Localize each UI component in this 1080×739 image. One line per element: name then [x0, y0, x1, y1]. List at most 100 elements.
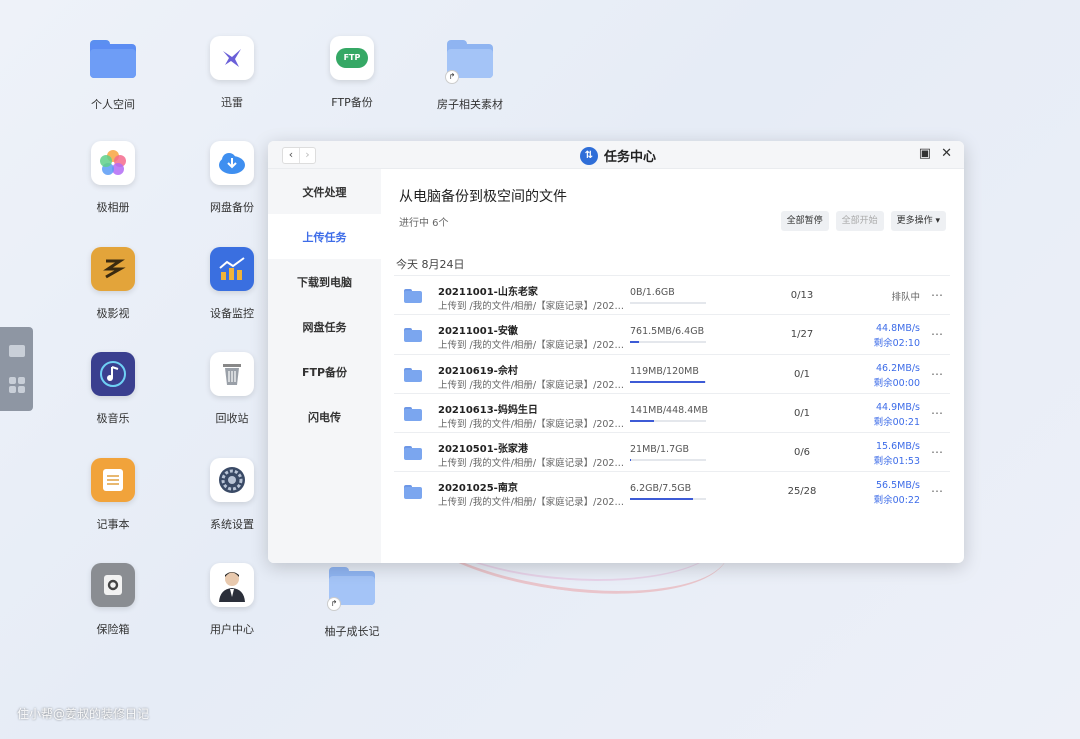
task-status: 44.9MB/s 剩余00:21: [874, 400, 920, 430]
folder-icon: [404, 367, 422, 382]
task-size: 761.5MB/6.4GB: [630, 326, 705, 338]
task-row[interactable]: 20211001-安徽 上传到 /我的文件/相册/【家庭记录】/2021… 76…: [394, 315, 950, 355]
safe-icon: [91, 563, 135, 607]
folder-icon: [404, 289, 422, 303]
task-status: 排队中: [891, 290, 920, 305]
drive-icon[interactable]: [8, 345, 25, 357]
task-row[interactable]: 20210501-张家港 上传到 /我的文件/相册/【家庭记录】/2021… 2…: [394, 433, 950, 473]
task-remaining: 剩余00:21: [873, 416, 920, 428]
task-status: 44.8MB/s 剩余02:10: [874, 321, 920, 351]
desktop-icon-photos[interactable]: 极相册: [58, 141, 168, 215]
task-sidebar: 文件处理 上传任务 下载到电脑 网盘任务 FTP备份 闪电传: [268, 169, 381, 563]
sidebar-item-file-processing[interactable]: 文件处理: [268, 169, 381, 214]
sidebar-item-flash-transfer[interactable]: 闪电传: [268, 394, 381, 439]
task-status: 56.5MB/s 剩余00:22: [874, 478, 920, 508]
video-app-icon: [91, 247, 135, 291]
desktop-icon-thunder[interactable]: 迅雷: [177, 36, 287, 110]
task-size: 21MB/1.7GB: [630, 444, 689, 456]
task-center-window: ‹ › ⇅ 任务中心 ▣ ✕ 文件处理 上传任务 下载到电脑 网盘任务 FTP备…: [268, 141, 964, 563]
task-list: 20211001-山东老家 上传到 /我的文件/相册/【家庭记录】/2021… …: [394, 275, 950, 512]
desktop-icon-video[interactable]: 极影视: [58, 247, 168, 321]
close-icon[interactable]: ✕: [941, 147, 952, 161]
ftp-cloud-icon: FTP: [330, 36, 374, 80]
side-dock: [0, 327, 33, 411]
task-center-logo-icon: ⇅: [580, 146, 598, 165]
desktop-icon-label: 迅雷: [221, 96, 243, 109]
task-speed: 排队中: [891, 292, 920, 303]
notepad-icon: [91, 458, 135, 502]
task-speed: 44.8MB/s: [875, 323, 920, 335]
task-speed: 44.9MB/s: [875, 401, 920, 413]
desktop-icon-label: 回收站: [215, 412, 249, 425]
desktop-icon-music[interactable]: 极音乐: [58, 352, 168, 426]
task-row[interactable]: 20210619-佘村 上传到 /我的文件/相册/【家庭记录】/2021… 11…: [394, 355, 950, 394]
desktop-icon-safe[interactable]: 保险箱: [58, 563, 168, 637]
more-options-icon[interactable]: ⋯: [931, 406, 944, 420]
in-progress-count: 进行中 6个: [399, 218, 449, 229]
sidebar-item-upload-tasks[interactable]: 上传任务: [268, 214, 381, 259]
window-titlebar[interactable]: ‹ › ⇅ 任务中心 ▣ ✕: [268, 141, 964, 169]
desktop-icon-label: 记事本: [96, 518, 130, 531]
task-file-count: 0/6: [793, 447, 811, 459]
task-row[interactable]: 20211001-山东老家 上传到 /我的文件/相册/【家庭记录】/2021… …: [394, 276, 950, 316]
task-size: 0B/1.6GB: [630, 287, 675, 298]
desktop-icon-notepad[interactable]: 记事本: [58, 458, 168, 532]
desktop-icon-ftp-backup[interactable]: FTP FTP备份: [297, 36, 407, 110]
maximize-icon[interactable]: ▣: [919, 147, 931, 161]
more-options-icon[interactable]: ⋯: [931, 288, 944, 302]
task-name: 20210619-佘村: [438, 365, 518, 377]
start-all-button[interactable]: 全部开始: [835, 211, 884, 231]
task-status: 15.6MB/s 剩余01:53: [874, 439, 920, 469]
desktop-icon-house-materials[interactable]: ↱ 房子相关素材: [415, 36, 525, 112]
task-file-count: 0/1: [793, 407, 811, 419]
forward-arrow-icon[interactable]: ›: [299, 148, 315, 163]
task-name: 20211001-安徽: [438, 326, 518, 338]
more-options-icon[interactable]: ⋯: [931, 484, 944, 498]
more-actions-dropdown[interactable]: 更多操作 ▾: [890, 211, 946, 231]
music-note-icon: [91, 352, 135, 396]
window-title: ⇅ 任务中心: [580, 146, 656, 165]
window-title-text: 任务中心: [604, 150, 657, 165]
back-arrow-icon[interactable]: ‹: [283, 148, 299, 163]
task-row[interactable]: 20210613-妈妈生日 上传到 /我的文件/相册/【家庭记录】/2021… …: [394, 394, 950, 434]
desktop-icon-personal-space[interactable]: 个人空间: [58, 36, 168, 112]
apps-grid-icon[interactable]: [8, 377, 25, 393]
task-size: 6.2GB/7.5GB: [630, 483, 692, 495]
sidebar-item-cloud-tasks[interactable]: 网盘任务: [268, 304, 381, 349]
desktop-icon-youzi-growth[interactable]: ↱ 柚子成长记: [297, 563, 407, 639]
task-file-count: 1/27: [790, 329, 814, 341]
folder-icon: [404, 406, 422, 421]
page-title: 从电脑备份到极空间的文件: [399, 189, 567, 205]
desktop-icon-label: 柚子成长记: [324, 625, 380, 638]
desktop-icon-label: 房子相关素材: [437, 98, 503, 111]
desktop-icon-label: 用户中心: [210, 623, 254, 636]
desktop-icon-label: 网盘备份: [210, 201, 254, 214]
sidebar-item-download-to-pc[interactable]: 下载到电脑: [268, 259, 381, 304]
user-avatar-icon: [210, 563, 254, 607]
progress-bar: [630, 419, 706, 422]
progress-bar: [630, 341, 706, 344]
task-name: 20201025-南京: [438, 483, 518, 495]
task-size: 119MB/120MB: [630, 365, 699, 377]
desktop-icon-user-center[interactable]: 用户中心: [177, 563, 287, 637]
more-options-icon[interactable]: ⋯: [931, 367, 944, 381]
more-options-icon[interactable]: ⋯: [931, 445, 944, 459]
task-file-count: 25/28: [787, 486, 817, 498]
folder-icon: [404, 328, 422, 343]
more-options-icon[interactable]: ⋯: [931, 327, 944, 341]
settings-gear-icon: [210, 458, 254, 502]
sidebar-item-ftp-backup[interactable]: FTP备份: [268, 349, 381, 394]
pause-all-button[interactable]: 全部暂停: [780, 211, 829, 231]
task-row[interactable]: 20201025-南京 上传到 /我的文件/相册/【家庭记录】/2020… 6.…: [394, 472, 950, 511]
task-main-panel: 从电脑备份到极空间的文件 进行中 6个 全部暂停 全部开始 更多操作 ▾ 今天 …: [381, 169, 964, 563]
folder-icon: [90, 40, 136, 78]
thunder-bird-icon: [210, 36, 254, 80]
folder-icon: [404, 446, 422, 461]
desktop-icon-label: 个人空间: [91, 98, 135, 111]
folder-icon: [404, 485, 422, 500]
task-speed: 46.2MB/s: [875, 362, 920, 374]
task-path: 上传到 /我的文件/相册/【家庭记录】/2021…: [438, 418, 624, 430]
progress-bar: [630, 459, 706, 462]
progress-bar: [630, 380, 706, 383]
photos-flower-icon: [91, 141, 135, 185]
